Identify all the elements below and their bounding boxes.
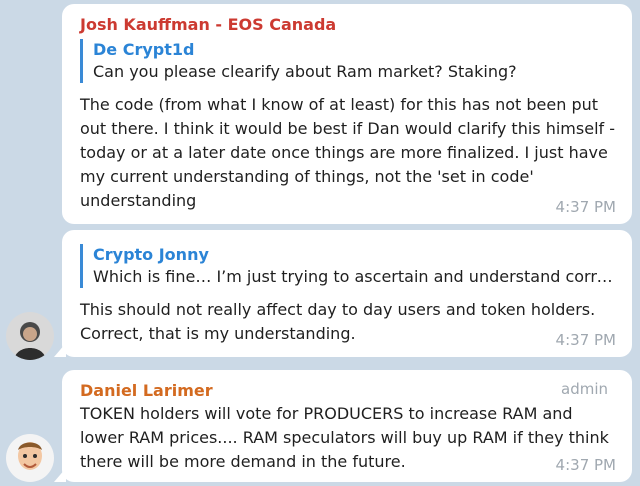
admin-badge: admin	[561, 380, 608, 398]
message-text: The code (from what I know of at least) …	[80, 95, 615, 210]
message-time: 4:37 PM	[555, 331, 616, 349]
reply-author: Crypto Jonny	[93, 245, 209, 264]
reply-text: Can you please clearify about Ram market…	[93, 62, 517, 81]
bubble-tail	[54, 343, 66, 357]
message-text: TOKEN holders will vote for PRODUCERS to…	[80, 404, 609, 471]
avatar[interactable]	[6, 434, 54, 482]
bubble-tail	[54, 468, 66, 482]
reply-text: Which is fine… I’m just trying to ascert…	[93, 267, 613, 286]
message-bubble[interactable]: Daniel Larimer admin TOKEN holders will …	[54, 370, 632, 482]
message-bubble[interactable]: Crypto Jonny Which is fine… I’m just try…	[54, 230, 632, 357]
message-time: 4:37 PM	[555, 198, 616, 216]
message-author[interactable]: Josh Kauffman - EOS Canada	[80, 14, 618, 36]
reply-quote[interactable]: De Crypt1d Can you please clearify about…	[80, 39, 618, 83]
message-text: This should not really affect day to day…	[80, 300, 596, 343]
message-bubble[interactable]: Josh Kauffman - EOS Canada De Crypt1d Ca…	[62, 4, 632, 224]
reply-quote[interactable]: Crypto Jonny Which is fine… I’m just try…	[80, 244, 618, 288]
reply-author: De Crypt1d	[93, 40, 195, 59]
message-author[interactable]: Daniel Larimer	[80, 380, 618, 402]
message-time: 4:37 PM	[555, 456, 616, 474]
avatar[interactable]	[6, 312, 54, 360]
